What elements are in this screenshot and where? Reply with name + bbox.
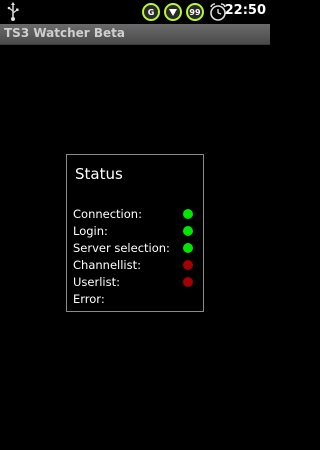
status-row-login: Login: xyxy=(73,223,197,239)
status-row-connection: Connection: xyxy=(73,206,197,222)
status-label: Connection: xyxy=(73,207,142,221)
signal-icon xyxy=(164,3,182,21)
status-label: Server selection: xyxy=(73,241,170,255)
status-dialog: Status Connection: Login: Server selecti… xyxy=(66,154,204,312)
usb-icon xyxy=(7,2,19,21)
status-indicator-dot xyxy=(183,243,193,253)
dialog-title: Status xyxy=(75,165,123,183)
status-row-error: Error: xyxy=(73,291,197,307)
phone-screen: G 99 22:50 TS3 Watcher Beta Status Conne… xyxy=(0,0,270,450)
app-title-bar: TS3 Watcher Beta xyxy=(0,24,270,45)
status-row-server-selection: Server selection: xyxy=(73,240,197,256)
status-indicator-dot xyxy=(183,260,193,270)
g-icon: G xyxy=(142,3,160,21)
status-row-channellist: Channellist: xyxy=(73,257,197,273)
status-row-userlist: Userlist: xyxy=(73,274,197,290)
status-indicator-dot xyxy=(183,226,193,236)
app-title: TS3 Watcher Beta xyxy=(4,26,126,40)
battery-icon: 99 xyxy=(186,3,204,21)
status-indicator-dot xyxy=(183,209,193,219)
status-label: Channellist: xyxy=(73,258,141,272)
status-label: Login: xyxy=(73,224,108,238)
clock-time: 22:50 xyxy=(224,3,266,18)
system-status-bar: G 99 22:50 xyxy=(0,0,270,24)
status-indicator-dot xyxy=(183,277,193,287)
status-label: Userlist: xyxy=(73,275,120,289)
status-label: Error: xyxy=(73,292,105,306)
